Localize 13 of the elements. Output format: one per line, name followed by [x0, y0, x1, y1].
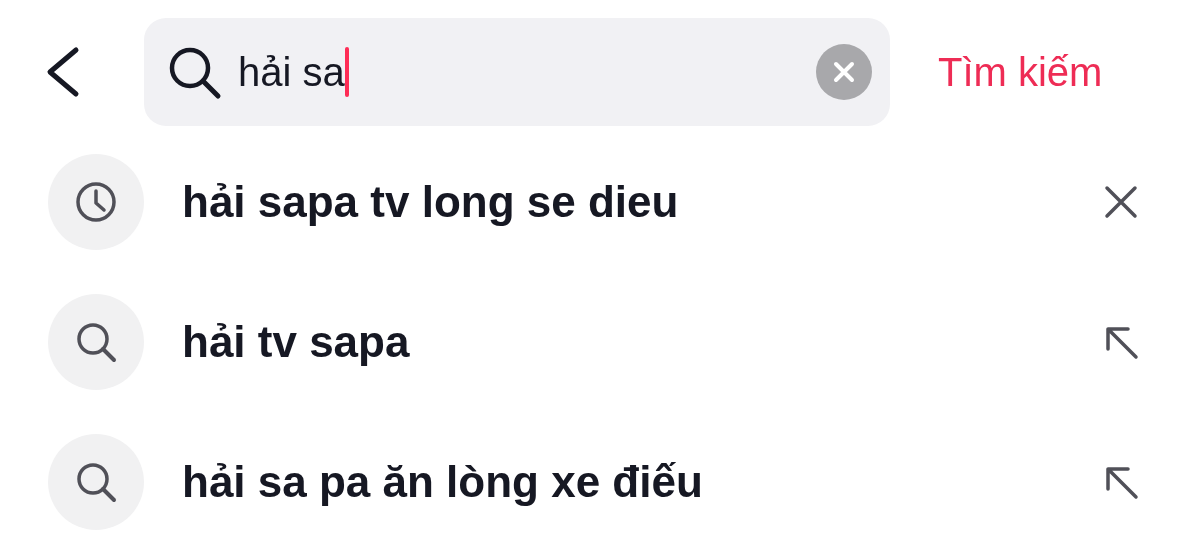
arrow-up-left-icon[interactable]: [1103, 464, 1139, 500]
search-button[interactable]: Tìm kiếm: [938, 42, 1103, 102]
search-text: hải sa: [238, 52, 345, 92]
suggestion-item[interactable]: hải sa pa ăn lòng xe điếu: [182, 449, 1103, 515]
close-icon[interactable]: [1103, 184, 1139, 220]
search-icon: [74, 320, 118, 364]
arrow-up-left-icon[interactable]: [1103, 324, 1139, 360]
suggestion-item[interactable]: hải sapa tv long se dieu: [182, 169, 1103, 235]
suggestion-item[interactable]: hải tv sapa: [182, 309, 1103, 375]
search-icon: [74, 460, 118, 504]
close-icon: [833, 61, 855, 83]
search-field[interactable]: hải sa: [144, 18, 890, 126]
clock-icon: [74, 180, 118, 224]
